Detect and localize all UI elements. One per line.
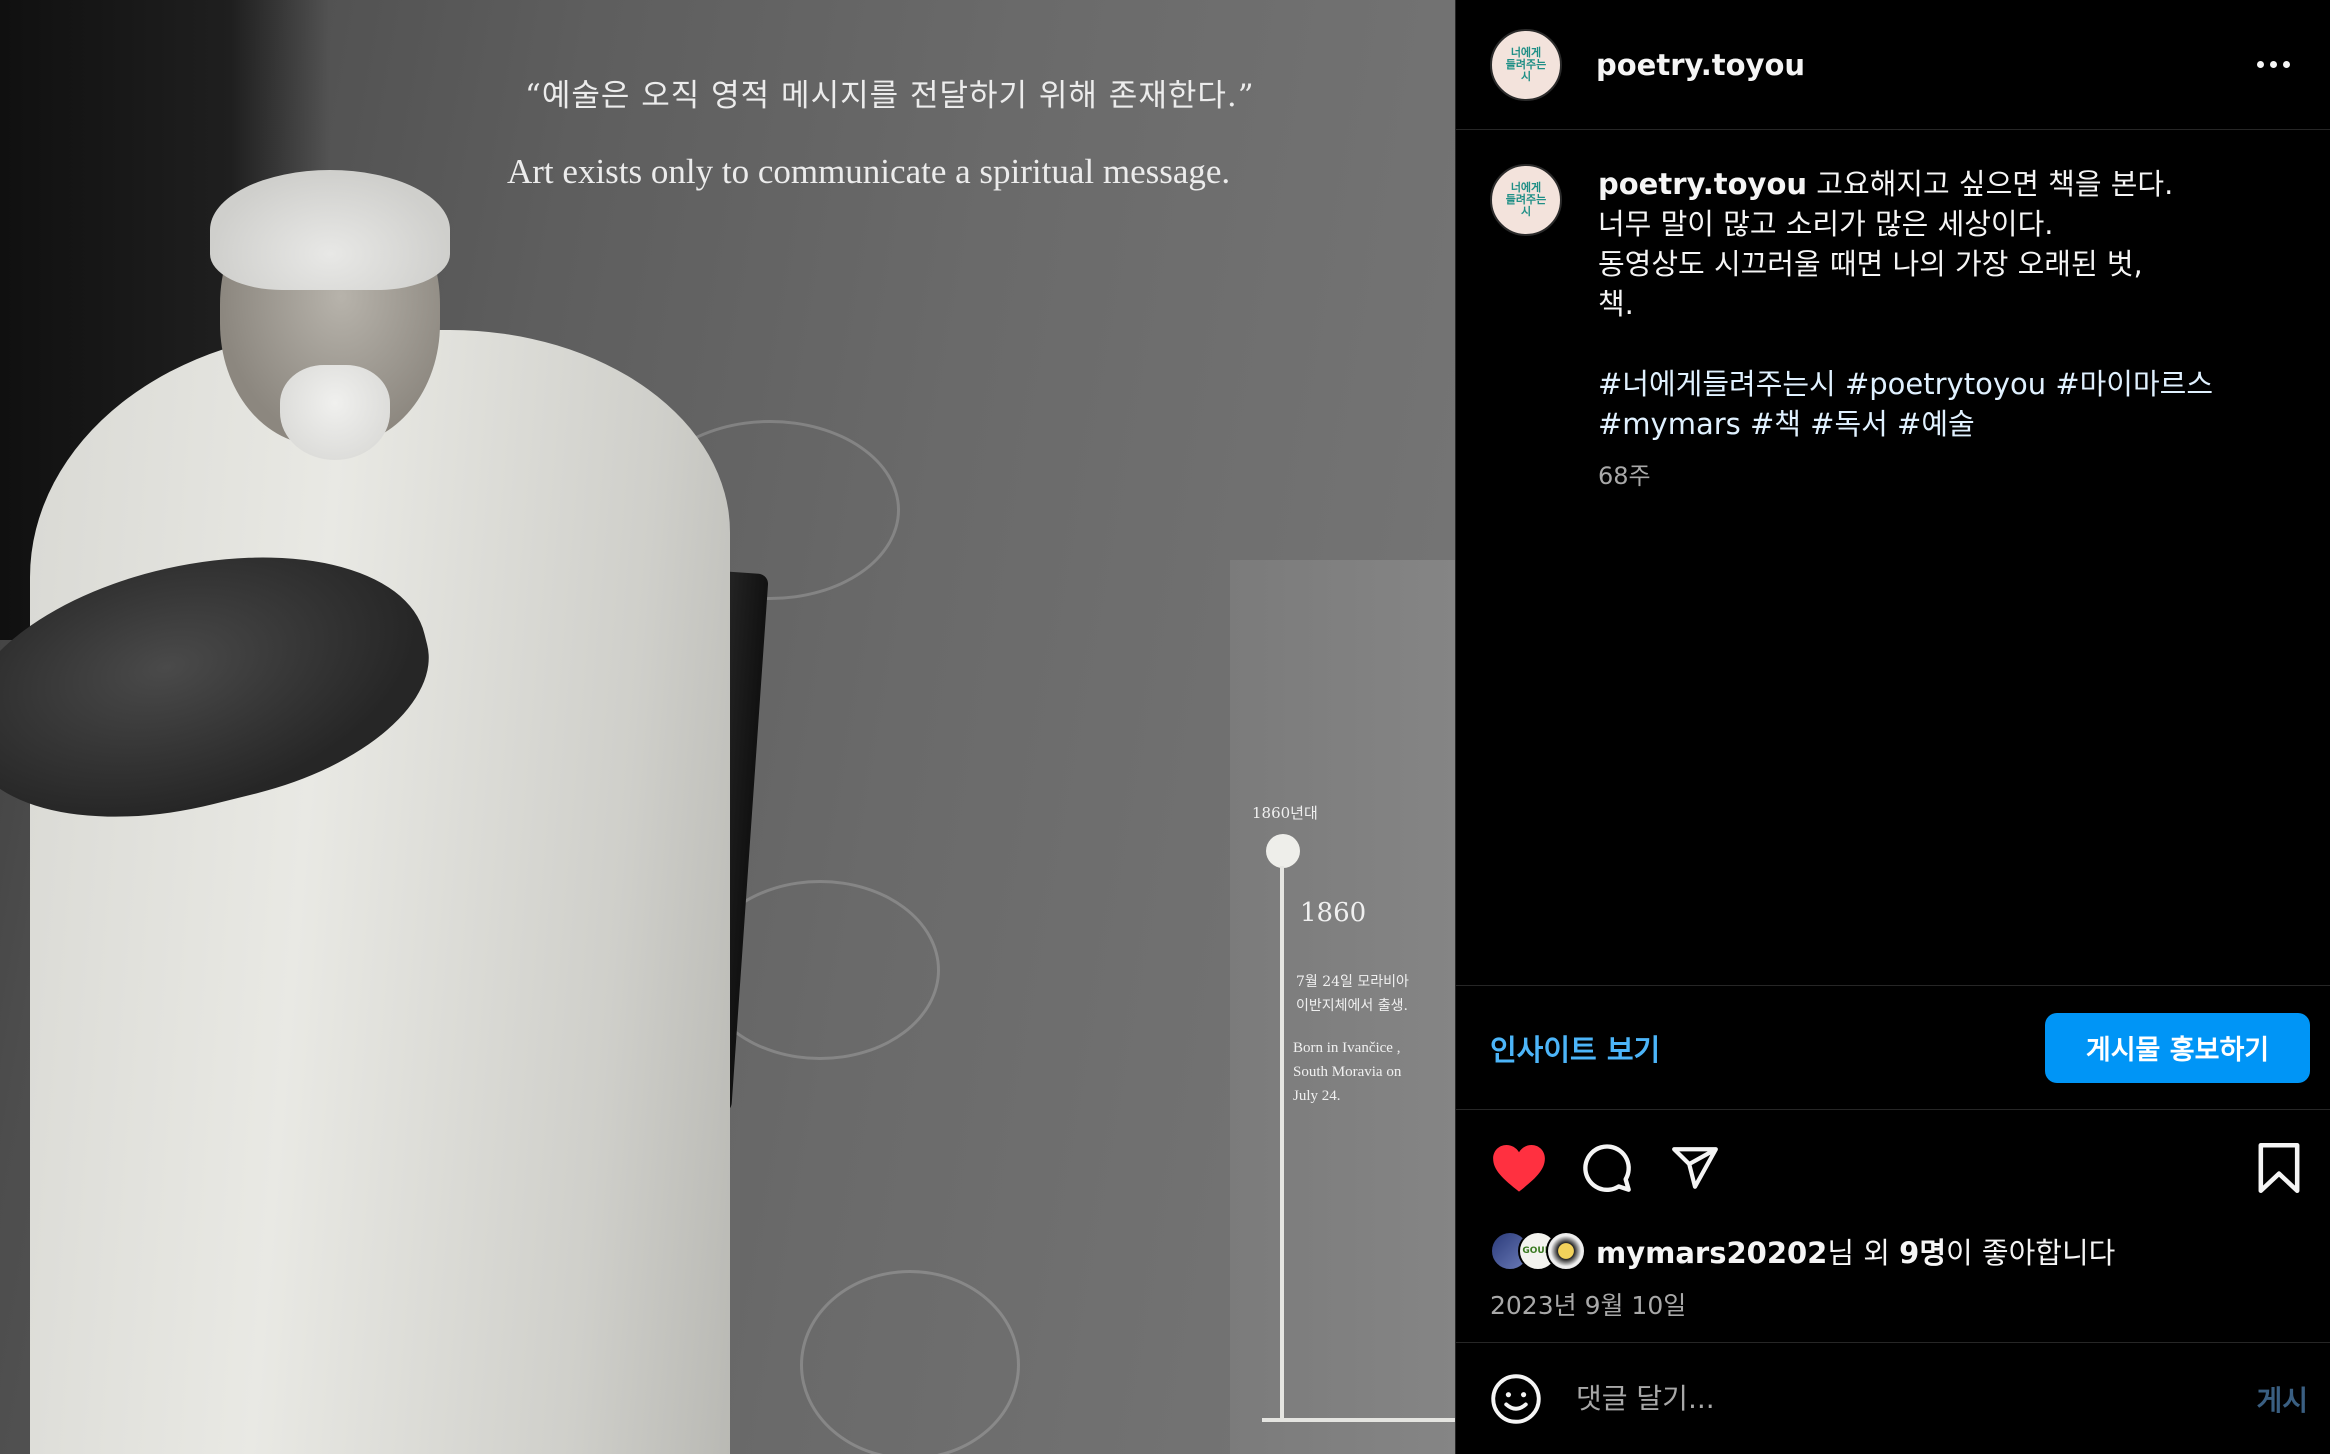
timeline-decade: 1860년대 — [1252, 804, 1318, 822]
avatar-logo: 너에게 들려주는 시 — [1502, 176, 1550, 224]
dot — [2270, 61, 2277, 68]
post-view: “예술은 오직 영적 메시지를 전달하기 위해 존재한다.” Art exist… — [0, 0, 2330, 1454]
caption-avatar[interactable]: 너에게 들려주는 시 — [1490, 164, 1562, 236]
heart-svg — [1493, 1145, 1545, 1192]
promo-bar: 인사이트 보기 게시물 홍보하기 — [1456, 985, 2330, 1110]
caption-text: 동영상도 시끄러울 때면 나의 가장 오래된 벗, — [1598, 247, 2143, 281]
image-quote-english: Art exists only to communicate a spiritu… — [507, 152, 1231, 191]
image-person-coat — [30, 330, 730, 1454]
timeline-english-line: Born in Ivančice , — [1293, 1040, 1401, 1056]
dot — [2283, 61, 2290, 68]
post-age: 68주 — [1598, 462, 1651, 490]
bookmark-icon[interactable] — [2250, 1139, 2308, 1197]
post-date: 2023년 9월 10일 — [1490, 1291, 1687, 1320]
caption-text: 책. — [1598, 287, 1634, 321]
image-person-beard — [280, 365, 390, 460]
more-options-icon[interactable] — [2247, 51, 2300, 78]
likes-text: mymars20202님 외 9명이 좋아합니다 — [1596, 1230, 2115, 1272]
view-insights-link[interactable]: 인사이트 보기 — [1490, 1027, 1660, 1069]
timeline-korean-line: 7월 24일 모라비아 — [1296, 974, 1409, 990]
post-side-panel: 너에게 들려주는 시 poetry.toyou 너에게 들려주는 시 poetr… — [1455, 0, 2330, 1454]
avatar-text: 시 — [1520, 69, 1532, 83]
post-image[interactable]: “예술은 오직 영적 메시지를 전달하기 위해 존재한다.” Art exist… — [0, 0, 1455, 1454]
timeline-korean-note: 7월 24일 모라비아 이반지체에서 출생. — [1296, 970, 1409, 1018]
avatar-logo: 너에게 들려주는 시 — [1502, 41, 1550, 89]
post-comment-button[interactable]: 게시 — [2256, 1379, 2308, 1419]
header-avatar[interactable]: 너에게 들려주는 시 — [1490, 28, 1562, 101]
liker-avatar — [1546, 1231, 1586, 1271]
timeline-english-line: South Moravia on — [1293, 1064, 1402, 1080]
header-username[interactable]: poetry.toyou — [1596, 48, 1805, 82]
caption-body: poetry.toyou 고요해지고 싶으면 책을 본다. 너무 말이 많고 소… — [1598, 164, 2213, 985]
comment-svg — [1583, 1144, 1631, 1192]
heart-filled-icon[interactable] — [1490, 1139, 1548, 1197]
image-quote-korean: “예술은 오직 영적 메시지를 전달하기 위해 존재한다.” — [525, 78, 1255, 114]
comment-icon[interactable] — [1578, 1139, 1636, 1197]
caption: 너에게 들려주는 시 poetry.toyou 고요해지고 싶으면 책을 본다.… — [1456, 130, 2330, 985]
caption-username[interactable]: poetry.toyou — [1598, 167, 1807, 201]
image-ornament — [800, 1270, 1020, 1454]
hashtags[interactable]: #mymars #책 #독서 #예술 — [1598, 404, 2213, 444]
likes-count[interactable]: 9명 — [1899, 1236, 1946, 1270]
timeline-dot — [1266, 834, 1300, 868]
emoji-svg — [1491, 1373, 1541, 1424]
action-bar — [1456, 1110, 2330, 1226]
avatar-text: 너에게 — [1510, 45, 1542, 59]
hashtags[interactable]: #너에게들려주는시 #poetrytoyou #마이마르스 — [1598, 364, 2213, 404]
likes-summary[interactable]: GOUM mymars20202님 외 9명이 좋아합니다 — [1456, 1226, 2330, 1276]
post-header: 너에게 들려주는 시 poetry.toyou — [1456, 0, 2330, 130]
timeline-line — [1280, 866, 1284, 1421]
send-icon[interactable] — [1666, 1139, 1724, 1197]
avatar-text: 들려주는 — [1505, 57, 1547, 71]
image-person-hair — [210, 170, 450, 290]
timeline-line — [1262, 1418, 1455, 1422]
comment-bar: 게시 — [1456, 1342, 2330, 1454]
timeline-korean-line: 이반지체에서 출생. — [1296, 998, 1408, 1014]
avatar-text: 시 — [1520, 205, 1532, 218]
likes-text-tail: 이 좋아합니다 — [1946, 1236, 2116, 1270]
liker-username[interactable]: mymars20202 — [1596, 1236, 1827, 1270]
caption-text: 너무 말이 많고 소리가 많은 세상이다. — [1598, 207, 2054, 241]
boost-post-button[interactable]: 게시물 홍보하기 — [2045, 1012, 2310, 1083]
caption-first-line: poetry.toyou 고요해지고 싶으면 책을 본다. — [1598, 164, 2213, 204]
timeline-english-line: July 24. — [1293, 1088, 1341, 1104]
caption-text: 고요해지고 싶으면 책을 본다. — [1816, 167, 2174, 201]
send-svg — [1672, 1147, 1718, 1189]
liker-avatars: GOUM — [1490, 1231, 1586, 1271]
timeline-year: 1860 — [1300, 898, 1367, 928]
bookmark-svg — [2258, 1143, 2300, 1193]
likes-text-mid: 님 외 — [1827, 1236, 1900, 1270]
timeline-english-note: Born in Ivančice , South Moravia on July… — [1293, 1036, 1401, 1108]
comment-input[interactable] — [1576, 1382, 2257, 1415]
emoji-icon[interactable] — [1490, 1373, 1542, 1425]
dot — [2257, 61, 2264, 68]
